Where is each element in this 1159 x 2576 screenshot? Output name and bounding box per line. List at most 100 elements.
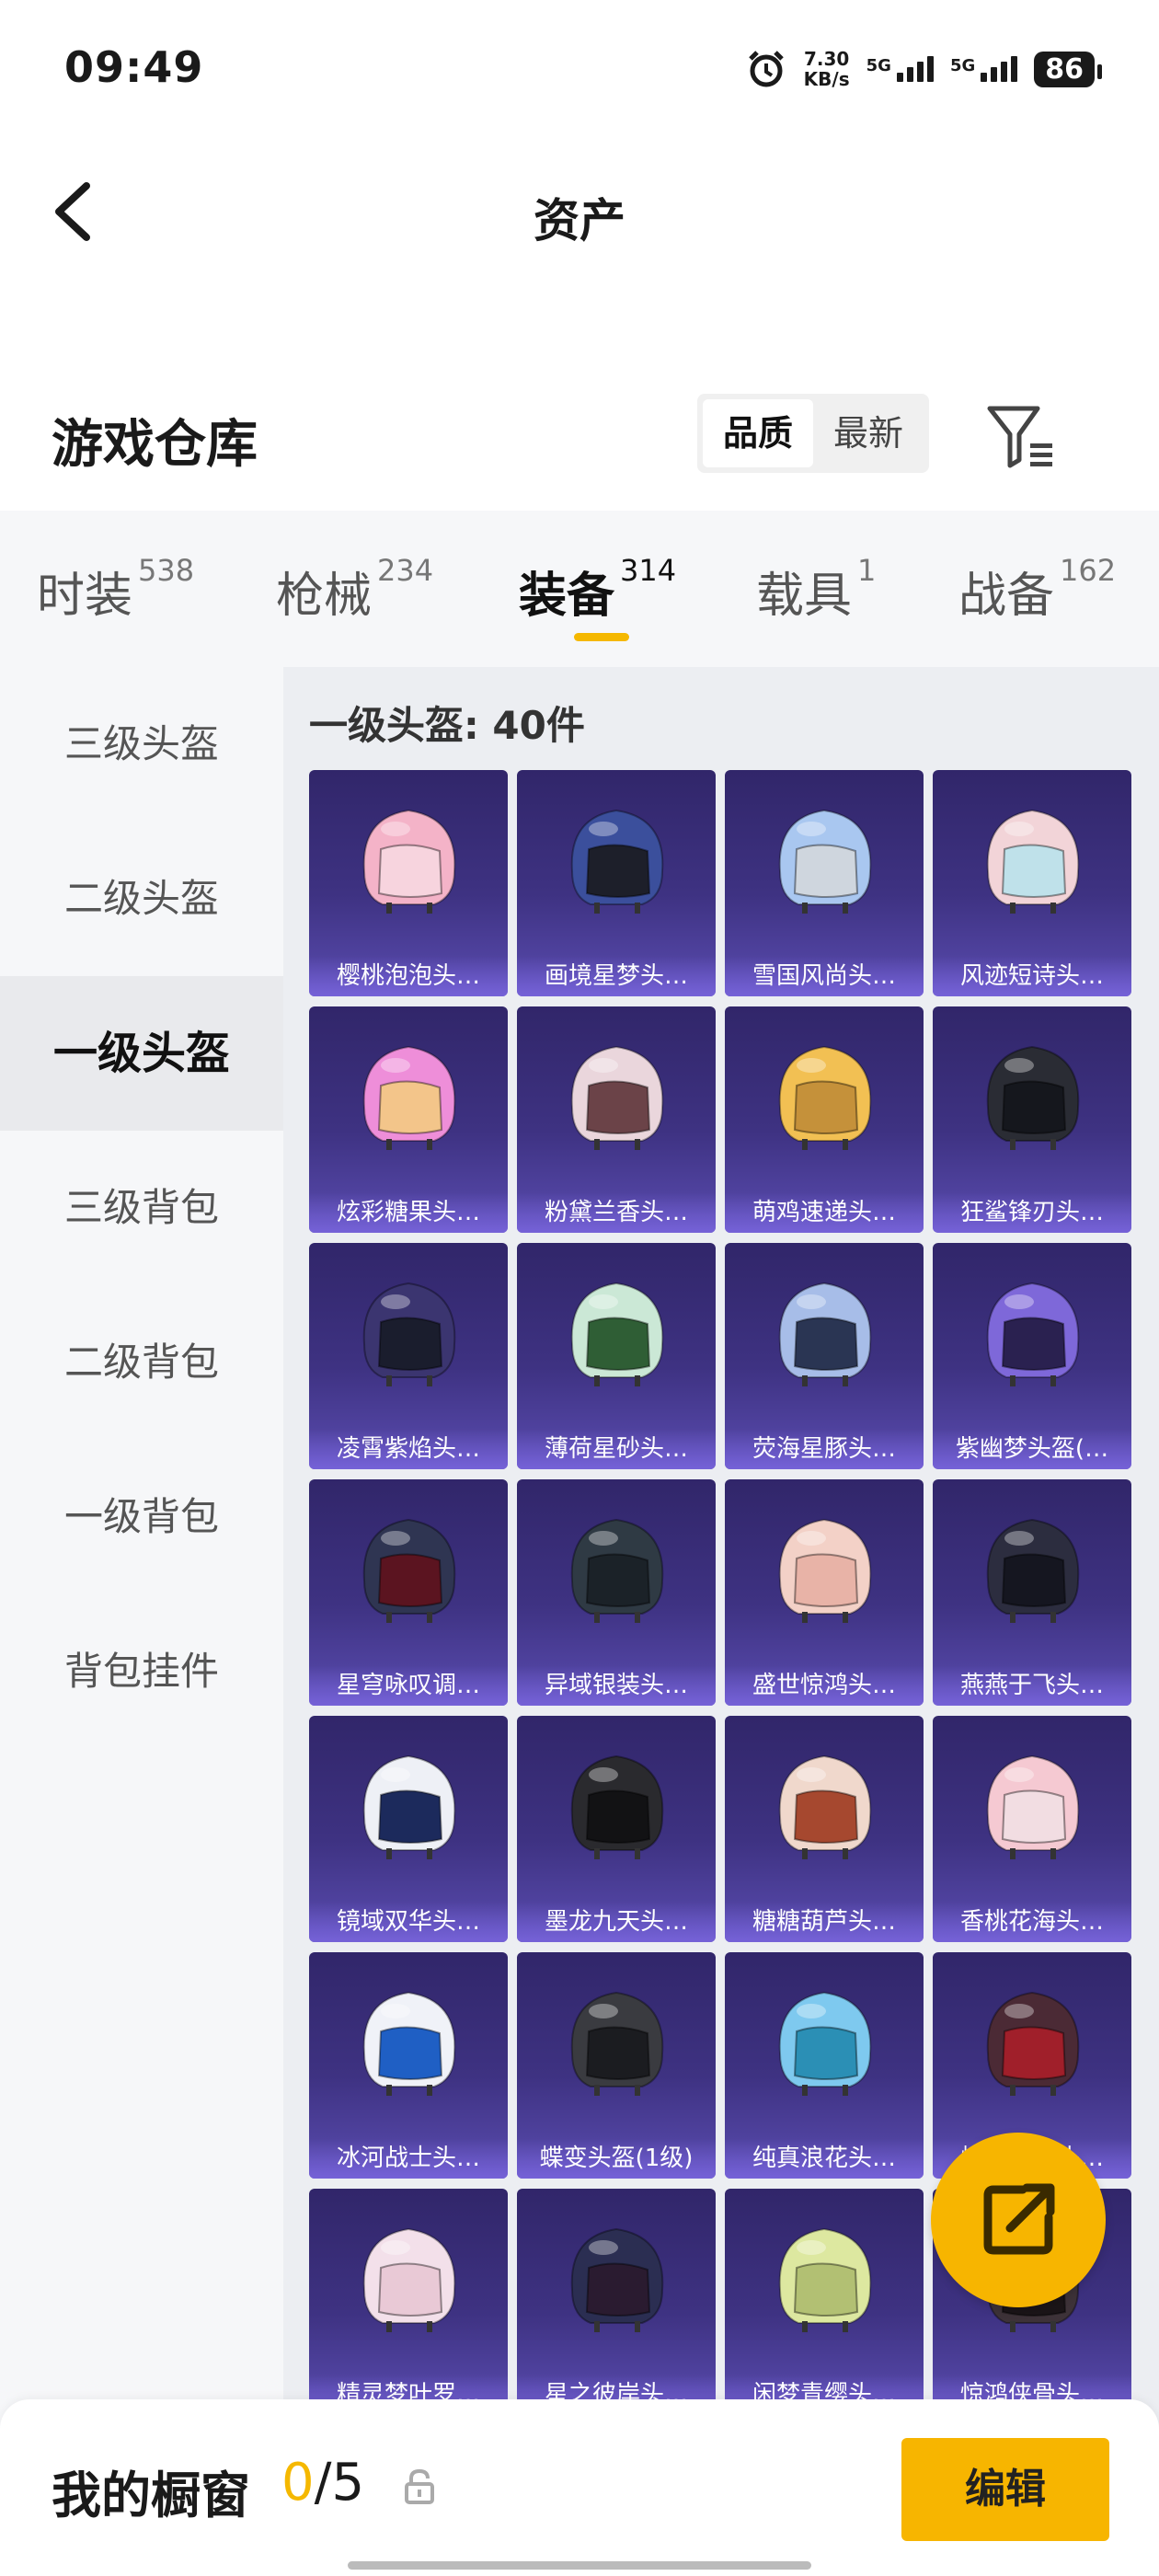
item-card[interactable]: 异域银装头…	[517, 1479, 716, 1706]
category-tabs: 时装 538 枪械 234 装备 314 载具 1 战备 162	[0, 511, 1159, 667]
sidebar-item-level2-helmet[interactable]: 二级头盔	[0, 822, 283, 976]
item-card[interactable]: 糖糖葫芦头…	[725, 1716, 924, 1942]
tab-count: 314	[620, 553, 677, 588]
item-label: 墨龙九天头…	[517, 1902, 716, 1942]
sort-newest-button[interactable]: 最新	[813, 399, 924, 467]
tab-label: 枪械	[276, 569, 373, 624]
item-label: 香桃花海头…	[933, 1902, 1131, 1942]
subcategory-sidebar: 三级头盔 二级头盔 一级头盔 三级背包 二级背包 一级背包 背包挂件	[0, 667, 283, 2576]
item-label: 盛世惊鸿头…	[725, 1665, 924, 1706]
sidebar-item-level3-backpack[interactable]: 三级背包	[0, 1131, 283, 1285]
signal-sim2-icon: 5G	[949, 56, 1018, 82]
page-title: 资产	[534, 194, 625, 247]
sidebar-item-level3-helmet[interactable]: 三级头盔	[0, 667, 283, 822]
helmet-icon	[570, 1518, 664, 1623]
item-card[interactable]: 冰河战士头…	[309, 1952, 508, 2179]
tab-vehicles[interactable]: 载具 1	[756, 553, 876, 626]
item-label: 糖糖葫芦头…	[725, 1902, 924, 1942]
item-label: 狂鲨锋刃头…	[933, 1192, 1131, 1233]
tab-count: 162	[1060, 553, 1117, 588]
tab-weapons[interactable]: 枪械 234	[276, 553, 433, 626]
item-card[interactable]: 星之彼岸头…	[517, 2189, 716, 2415]
item-card[interactable]: 盛世惊鸿头…	[725, 1479, 924, 1706]
item-label: 风迹短诗头…	[933, 956, 1131, 996]
item-card[interactable]: 萌鸡速递头…	[725, 1006, 924, 1233]
item-card[interactable]: 纯真浪花头…	[725, 1952, 924, 2179]
helmet-icon	[570, 2227, 664, 2332]
sidebar-item-level2-backpack[interactable]: 二级背包	[0, 1285, 283, 1440]
helmet-icon	[778, 1282, 872, 1386]
sidebar-item-level1-backpack[interactable]: 一级背包	[0, 1440, 283, 1594]
warehouse-title: 游戏仓库	[52, 415, 258, 475]
sidebar-item-level1-helmet[interactable]: 一级头盔	[0, 976, 283, 1131]
helmet-icon	[362, 2227, 456, 2332]
helmet-icon	[778, 2227, 872, 2332]
item-label: 薄荷星砂头…	[517, 1429, 716, 1469]
status-icons: 7.30 KB/s 5G 5G 86	[745, 46, 1102, 92]
showcase-bar: 我的橱窗 0/5 编辑	[0, 2399, 1159, 2576]
item-card[interactable]: 炫彩糖果头…	[309, 1006, 508, 1233]
showcase-total: /5	[314, 2453, 365, 2513]
item-label: 画境星梦头…	[517, 956, 716, 996]
share-button[interactable]	[931, 2133, 1106, 2307]
item-card[interactable]: 薄荷星砂头…	[517, 1243, 716, 1469]
helmet-icon	[986, 1045, 1080, 1150]
item-label: 纯真浪花头…	[725, 2138, 924, 2179]
item-label: 樱桃泡泡头…	[309, 956, 508, 996]
helmet-icon	[362, 1282, 456, 1386]
item-label: 冰河战士头…	[309, 2138, 508, 2179]
helmet-icon	[778, 1518, 872, 1623]
helmet-icon	[778, 1991, 872, 2096]
helmet-icon	[986, 1518, 1080, 1623]
helmet-icon	[778, 1754, 872, 1859]
item-card[interactable]: 紫幽梦头盔(…	[933, 1243, 1131, 1469]
home-indicator	[348, 2561, 811, 2570]
item-card[interactable]: 粉黛兰香头…	[517, 1006, 716, 1233]
tab-supplies[interactable]: 战备 162	[958, 553, 1116, 626]
item-card[interactable]: 蝶变头盔(1级)	[517, 1952, 716, 2179]
helmet-icon	[362, 1045, 456, 1150]
showcase-label: 我的橱窗	[52, 2467, 250, 2524]
helmet-icon	[362, 809, 456, 914]
helmet-icon	[362, 1991, 456, 2096]
helmet-icon	[362, 1754, 456, 1859]
item-card[interactable]: 香桃花海头…	[933, 1716, 1131, 1942]
tab-label: 装备	[519, 569, 615, 624]
tab-fashion[interactable]: 时装 538	[37, 553, 194, 626]
helmet-icon	[986, 1282, 1080, 1386]
share-external-icon	[983, 2183, 1055, 2255]
item-card[interactable]: 镜域双华头…	[309, 1716, 508, 1942]
status-time: 09:49	[64, 42, 204, 92]
active-tab-indicator	[574, 633, 629, 641]
filter-icon[interactable]	[984, 399, 1058, 473]
sort-toggle: 品质 最新	[697, 394, 929, 473]
helmet-icon	[570, 809, 664, 914]
helmet-icon	[986, 1991, 1080, 2096]
lock-icon	[405, 2468, 434, 2504]
status-bar: 09:49 7.30 KB/s 5G 5G 86	[0, 0, 1159, 138]
sort-quality-button[interactable]: 品质	[703, 399, 813, 467]
item-card[interactable]: 凌霄紫焰头…	[309, 1243, 508, 1469]
item-card[interactable]: 星穹咏叹调…	[309, 1479, 508, 1706]
item-card[interactable]: 狂鲨锋刃头…	[933, 1006, 1131, 1233]
item-card[interactable]: 风迹短诗头…	[933, 770, 1131, 996]
sidebar-item-backpack-charm[interactable]: 背包挂件	[0, 1594, 283, 1749]
item-card[interactable]: 墨龙九天头…	[517, 1716, 716, 1942]
item-card[interactable]: 雪国风尚头…	[725, 770, 924, 996]
item-card[interactable]: 精灵梦叶罗…	[309, 2189, 508, 2415]
helmet-icon	[986, 809, 1080, 914]
item-card[interactable]: 樱桃泡泡头…	[309, 770, 508, 996]
tab-label: 载具	[756, 569, 853, 624]
item-label: 荧海星豚头…	[725, 1429, 924, 1469]
item-card[interactable]: 画境星梦头…	[517, 770, 716, 996]
item-card[interactable]: 荧海星豚头…	[725, 1243, 924, 1469]
edit-button[interactable]: 编辑	[901, 2438, 1109, 2541]
item-label: 蝶变头盔(1级)	[517, 2138, 716, 2179]
tab-equipment[interactable]: 装备 314	[519, 553, 676, 626]
item-card[interactable]: 燕燕于飞头…	[933, 1479, 1131, 1706]
sim2-label: 5G	[949, 56, 976, 75]
item-card[interactable]: 闲梦青缨头…	[725, 2189, 924, 2415]
showcase-current: 0	[281, 2453, 315, 2513]
item-label: 粉黛兰香头…	[517, 1192, 716, 1233]
sim1-label: 5G	[866, 56, 891, 75]
